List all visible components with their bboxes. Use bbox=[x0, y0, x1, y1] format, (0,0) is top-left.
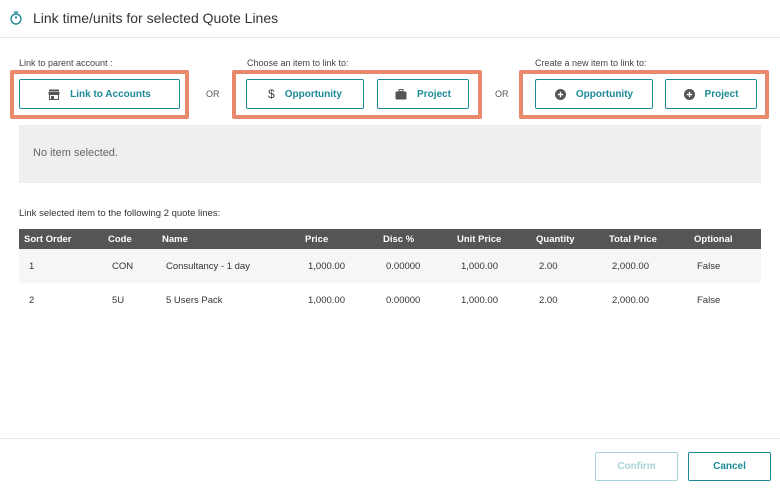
quote-lines-caption: Link selected item to the following 2 qu… bbox=[19, 208, 221, 219]
footer-divider bbox=[0, 438, 780, 439]
cell-name: Consultancy - 1 day bbox=[162, 249, 305, 283]
cell-sort-order: 2 bbox=[19, 283, 108, 317]
dollar-icon: $ bbox=[268, 87, 275, 101]
create-item-label: Create a new item to link to: bbox=[535, 58, 647, 68]
create-opportunity-button[interactable]: Opportunity bbox=[535, 79, 653, 109]
cell-quantity: 2.00 bbox=[536, 249, 609, 283]
cell-sort-order: 1 bbox=[19, 249, 108, 283]
no-item-selected-text: No item selected. bbox=[33, 147, 118, 159]
plus-circle-icon bbox=[554, 88, 566, 100]
or-separator-2: OR bbox=[495, 89, 509, 99]
column-header-price[interactable]: Price bbox=[305, 229, 383, 249]
cell-quantity: 2.00 bbox=[536, 283, 609, 317]
cell-code: 5U bbox=[108, 283, 162, 317]
create-project-button[interactable]: Project bbox=[665, 79, 757, 109]
cell-total-price: 2,000.00 bbox=[609, 283, 694, 317]
cell-total-price: 2,000.00 bbox=[609, 249, 694, 283]
column-header-disc[interactable]: Disc % bbox=[383, 229, 457, 249]
column-header-optional[interactable]: Optional bbox=[694, 229, 761, 249]
column-header-code[interactable]: Code bbox=[108, 229, 162, 249]
cell-price: 1,000.00 bbox=[305, 249, 383, 283]
column-header-name[interactable]: Name bbox=[162, 229, 305, 249]
link-to-accounts-button[interactable]: Link to Accounts bbox=[19, 79, 180, 109]
cell-disc: 0.00000 bbox=[383, 283, 457, 317]
dialog-header: Link time/units for selected Quote Lines bbox=[0, 0, 780, 38]
link-time-units-dialog: Link time/units for selected Quote Lines… bbox=[0, 0, 780, 494]
dialog-title: Link time/units for selected Quote Lines bbox=[33, 10, 279, 26]
column-header-total-price[interactable]: Total Price bbox=[609, 229, 694, 249]
selected-item-panel: No item selected. bbox=[19, 125, 761, 183]
cell-optional: False bbox=[694, 283, 761, 317]
plus-circle-icon bbox=[683, 88, 695, 100]
or-separator-1: OR bbox=[206, 89, 220, 99]
create-project-label: Project bbox=[704, 88, 739, 100]
choose-project-button[interactable]: Project bbox=[377, 79, 469, 109]
cell-optional: False bbox=[694, 249, 761, 283]
stopwatch-icon bbox=[10, 11, 22, 25]
cell-name: 5 Users Pack bbox=[162, 283, 305, 317]
table-row[interactable]: 1 CON Consultancy - 1 day 1,000.00 0.000… bbox=[19, 249, 761, 283]
table-header-row: Sort Order Code Name Price Disc % Unit P… bbox=[19, 229, 761, 249]
table-row[interactable]: 2 5U 5 Users Pack 1,000.00 0.00000 1,000… bbox=[19, 283, 761, 317]
cell-unit-price: 1,000.00 bbox=[457, 283, 536, 317]
column-header-sort-order[interactable]: Sort Order bbox=[19, 229, 108, 249]
cell-code: CON bbox=[108, 249, 162, 283]
column-header-unit-price[interactable]: Unit Price bbox=[457, 229, 536, 249]
quote-lines-table: Sort Order Code Name Price Disc % Unit P… bbox=[19, 229, 761, 317]
column-header-quantity[interactable]: Quantity bbox=[536, 229, 609, 249]
cell-disc: 0.00000 bbox=[383, 249, 457, 283]
cell-unit-price: 1,000.00 bbox=[457, 249, 536, 283]
cancel-button[interactable]: Cancel bbox=[688, 452, 771, 481]
cell-price: 1,000.00 bbox=[305, 283, 383, 317]
choose-item-label: Choose an item to link to: bbox=[247, 58, 349, 68]
parent-account-label: Link to parent account : bbox=[19, 58, 113, 68]
confirm-button[interactable]: Confirm bbox=[595, 452, 678, 481]
briefcase-icon bbox=[395, 88, 407, 100]
choose-project-label: Project bbox=[417, 88, 451, 100]
link-to-accounts-label: Link to Accounts bbox=[70, 88, 151, 100]
create-opportunity-label: Opportunity bbox=[575, 88, 634, 100]
choose-opportunity-label: Opportunity bbox=[284, 88, 342, 100]
choose-opportunity-button[interactable]: $ Opportunity bbox=[246, 79, 364, 109]
store-icon bbox=[48, 89, 60, 100]
